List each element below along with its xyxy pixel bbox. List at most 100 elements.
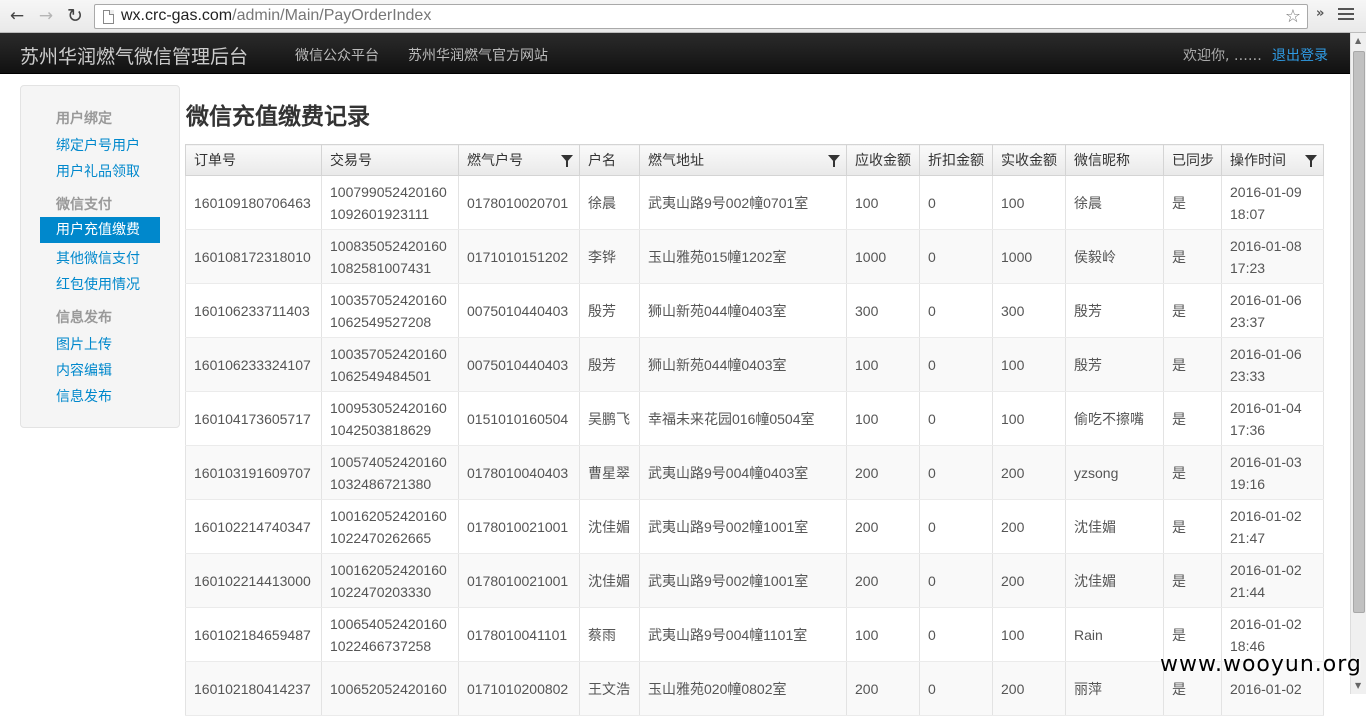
col-header-order-no[interactable]: 订单号 [185,144,322,176]
reload-icon[interactable]: ↻ [64,5,86,27]
cell-amount-paid: 300 [992,283,1066,338]
cell-wechat-nickname: 沈佳媚 [1065,499,1164,554]
cell-discount: 0 [919,391,993,446]
table-row[interactable]: 160108172318010 100835052420160 1082581007… [185,229,1324,284]
vertical-scrollbar[interactable]: ▲ ▼ [1350,33,1366,694]
cell-discount: 0 [919,229,993,284]
cell-amount-paid: 100 [992,175,1066,230]
cell-order-no: 160104173605717 [185,391,322,446]
cell-transaction-no: 100574052420160 1032486721380 [321,445,459,500]
cell-discount: 0 [919,553,993,608]
back-icon[interactable]: ← [6,5,28,27]
table-row[interactable]: 160106233711403 100357052420160 1062549527… [185,283,1324,338]
nav-link-official-site[interactable]: 苏州华润燃气官方网站 [408,45,548,65]
cell-operation-time: 2016-01-06 23:37 [1221,283,1324,338]
forward-icon[interactable]: → [35,5,57,27]
cell-wechat-nickname: yzsong [1065,445,1164,500]
cell-synced: 是 [1163,553,1222,608]
cell-gas-address: 幸福未来花园016幢0504室 [639,391,847,446]
cell-transaction-no: 100799052420160 1092601923111 [321,175,459,230]
cell-gas-account: 0178010040403 [458,445,580,500]
col-header-transaction-no[interactable]: 交易号 [321,144,459,176]
col-header-discount[interactable]: 折扣金额 [919,144,993,176]
col-header-account-name[interactable]: 户名 [579,144,640,176]
table-row[interactable]: 160102214740347 100162052420160 1022470262… [185,499,1324,554]
browser-menu-icon[interactable] [1338,8,1354,22]
cell-discount: 0 [919,175,993,230]
scroll-thumb[interactable] [1353,51,1365,613]
col-header-amount-due[interactable]: 应收金额 [846,144,920,176]
cell-transaction-no: 100652052420160 [321,661,459,716]
cell-transaction-no: 100654052420160 1022466737258 [321,607,459,662]
cell-gas-address: 狮山新苑044幢0403室 [639,283,847,338]
sidebar-item-red-packet[interactable]: 红包使用情况 [56,274,140,294]
address-url[interactable]: wx.crc-gas.com/admin/Main/PayOrderIndex [121,7,431,25]
cell-gas-account: 0075010440403 [458,283,580,338]
cell-discount: 0 [919,337,993,392]
table-row[interactable]: 160102214413000 100162052420160 1022470203… [185,553,1324,608]
col-header-gas-account[interactable]: 燃气户号 [458,144,580,176]
cell-account-name: 王文浩 [579,661,640,716]
filter-icon[interactable] [1305,155,1317,167]
table-row[interactable]: 160102180414237 100652052420160 0171010200… [185,661,1324,716]
address-bar[interactable]: wx.crc-gas.com/admin/Main/PayOrderIndex … [94,4,1308,29]
cell-order-no: 160106233324107 [185,337,322,392]
sidebar-header-publish: 信息发布 [56,310,112,326]
cell-amount-due: 100 [846,175,920,230]
page-icon [103,10,114,24]
cell-order-no: 160109180706463 [185,175,322,230]
cell-transaction-no: 100953052420160 1042503818629 [321,391,459,446]
table-row[interactable]: 160109180706463 100799052420160 1092601923… [185,175,1324,230]
cell-transaction-no: 100162052420160 1022470262665 [321,499,459,554]
cell-amount-due: 100 [846,337,920,392]
sidebar-item-recharge[interactable]: 用户充值缴费 [40,217,160,243]
sidebar-item-bind-account[interactable]: 绑定户号用户 [56,135,140,155]
sidebar-item-info-publish[interactable]: 信息发布 [56,386,112,406]
filter-icon[interactable] [828,155,840,167]
cell-gas-address: 狮山新苑044幢0403室 [639,337,847,392]
cell-amount-due: 200 [846,661,920,716]
cell-account-name: 徐晨 [579,175,640,230]
col-header-gas-address[interactable]: 燃气地址 [639,144,847,176]
sidebar-item-content-edit[interactable]: 内容编辑 [56,360,112,380]
cell-synced: 是 [1163,175,1222,230]
cell-order-no: 160102214413000 [185,553,322,608]
col-header-operation-time[interactable]: 操作时间 [1221,144,1324,176]
scroll-up-icon[interactable]: ▲ [1355,36,1361,45]
welcome-text: 欢迎你, …… [1183,48,1262,64]
sidebar-item-gift-claim[interactable]: 用户礼品领取 [56,161,140,181]
bookmark-star-icon[interactable]: ☆ [1285,6,1301,27]
table-row[interactable]: 160106233324107 100357052420160 1062549484… [185,337,1324,392]
nav-link-wechat-platform[interactable]: 微信公众平台 [295,45,379,65]
col-header-synced[interactable]: 已同步 [1163,144,1222,176]
table-row[interactable]: 160103191609707 100574052420160 1032486721… [185,445,1324,500]
sidebar-item-other-pay[interactable]: 其他微信支付 [56,248,140,268]
table-row[interactable]: 160104173605717 100953052420160 1042503818… [185,391,1324,446]
cell-account-name: 吴鹏飞 [579,391,640,446]
cell-wechat-nickname: 殷芳 [1065,337,1164,392]
cell-account-name: 蔡雨 [579,607,640,662]
scroll-down-icon[interactable]: ▼ [1355,681,1361,690]
logout-link[interactable]: 退出登录 [1272,45,1328,65]
cell-gas-address: 武夷山路9号004幢0403室 [639,445,847,500]
cell-account-name: 沈佳媚 [579,553,640,608]
cell-amount-due: 1000 [846,229,920,284]
cell-synced: 是 [1163,499,1222,554]
cell-wechat-nickname: Rain [1065,607,1164,662]
cell-operation-time: 2016-01-02 21:47 [1221,499,1324,554]
sidebar-item-image-upload[interactable]: 图片上传 [56,334,112,354]
cell-account-name: 殷芳 [579,283,640,338]
cell-transaction-no: 100162052420160 1022470203330 [321,553,459,608]
filter-icon[interactable] [561,155,573,167]
extensions-overflow-icon[interactable]: » [1316,6,1324,21]
col-header-amount-paid[interactable]: 实收金额 [992,144,1066,176]
sidebar: 用户绑定 绑定户号用户 用户礼品领取 微信支付 用户充值缴费 其他微信支付 红包… [20,85,180,428]
col-header-wechat-nickname[interactable]: 微信昵称 [1065,144,1164,176]
watermark: www.wooyun.org [1160,652,1362,677]
cell-order-no: 160103191609707 [185,445,322,500]
cell-gas-address: 玉山雅苑015幢1202室 [639,229,847,284]
table-row[interactable]: 160102184659487 100654052420160 1022466737… [185,607,1324,662]
brand-title[interactable]: 苏州华润燃气微信管理后台 [20,42,248,69]
cell-amount-paid: 100 [992,391,1066,446]
cell-gas-account: 0178010021001 [458,553,580,608]
